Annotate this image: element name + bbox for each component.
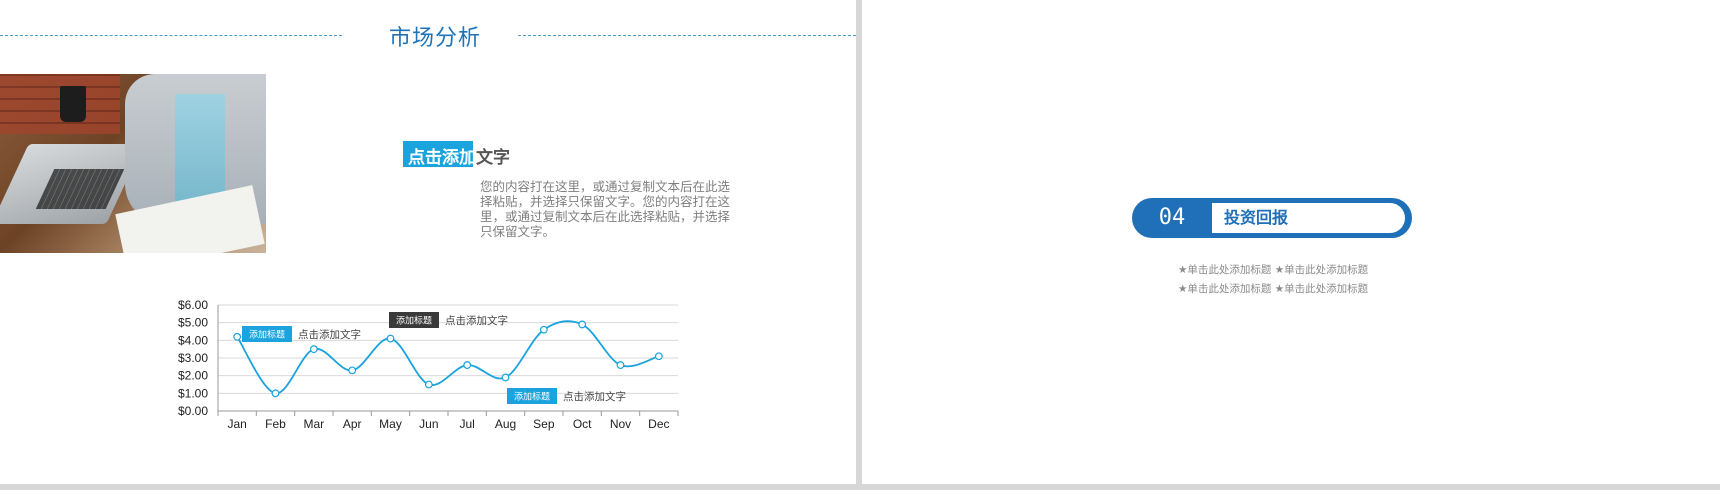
- photo-cup: [60, 86, 86, 122]
- x-tick-label: Oct: [573, 417, 592, 431]
- x-tick-label: Apr: [343, 417, 362, 431]
- x-tick-label: Jan: [227, 417, 246, 431]
- y-tick-label: $0.00: [178, 404, 208, 418]
- slide-title[interactable]: 市场分析: [350, 20, 520, 52]
- content-body[interactable]: 您的内容打在这里，或通过复制文本后在此选择粘贴，并选择只保留文字。您的内容打在这…: [480, 179, 730, 239]
- slide-market-analysis[interactable]: 市场分析 点击添加文字 您的内容打在这里，或通过复制文本后在此选择粘贴，并选择只…: [0, 0, 856, 484]
- heading-rest-text: 文字: [476, 148, 510, 168]
- section-number: 04: [1158, 205, 1186, 230]
- photo-shirt: [175, 94, 225, 204]
- x-tick-label: Mar: [303, 417, 324, 431]
- x-tick-label: Jul: [459, 417, 474, 431]
- y-tick-label: $5.00: [178, 316, 208, 330]
- heading-highlight-text: 点击添加: [408, 148, 476, 168]
- data-point: [654, 352, 663, 361]
- slide-investment-return[interactable]: 04 投资回报 ★单击此处添加标题 ★单击此处添加标题 ★单击此处添加标题 ★单…: [862, 0, 1720, 484]
- laptop-photo[interactable]: [0, 74, 266, 253]
- data-point: [539, 325, 548, 334]
- section-title: 投资回报: [1224, 208, 1289, 227]
- data-point: [463, 361, 472, 369]
- x-tick-label: Feb: [265, 417, 286, 431]
- y-tick-label: $1.00: [178, 386, 208, 400]
- data-point: [424, 380, 433, 389]
- y-tick-label: $6.00: [178, 298, 208, 312]
- data-point: [271, 389, 280, 398]
- title-divider-left: [0, 35, 342, 36]
- x-tick-label: Aug: [495, 417, 516, 431]
- annotation-label: 添加标题: [514, 391, 550, 403]
- data-point: [348, 366, 357, 375]
- annotation-label: 添加标题: [249, 329, 285, 341]
- annotation-text: 点击添加文字: [563, 390, 626, 403]
- x-tick-label: Sep: [533, 417, 555, 431]
- annotation-label: 添加标题: [396, 315, 432, 327]
- x-tick-label: May: [379, 417, 402, 431]
- data-point: [233, 332, 242, 341]
- line-chart[interactable]: $0.00 $1.00 $2.00 $3.00 $4.00 $5.00 $6.00 Jan Fe…: [160, 290, 680, 435]
- title-divider-right: [518, 35, 856, 36]
- y-tick-label: $4.00: [178, 333, 208, 347]
- subtitle-row-1[interactable]: ★单击此处添加标题 ★单击此处添加标题: [1178, 262, 1418, 277]
- x-tick-label: Dec: [648, 417, 669, 431]
- data-point: [386, 334, 395, 343]
- y-tick-label: $3.00: [178, 351, 208, 365]
- section-title-box: 投资回报: [1212, 203, 1405, 233]
- data-point: [578, 320, 587, 329]
- data-point: [616, 361, 625, 369]
- data-point: [309, 345, 318, 354]
- x-tick-label: Nov: [610, 417, 631, 431]
- x-tick-label: Jun: [419, 417, 438, 431]
- annotation-text: 点击添加文字: [445, 314, 508, 327]
- annotation-text: 点击添加文字: [298, 328, 361, 341]
- content-heading[interactable]: 点击添加文字: [408, 143, 510, 168]
- y-tick-label: $2.00: [178, 369, 208, 383]
- section-pill[interactable]: 04 投资回报: [1132, 198, 1412, 238]
- subtitle-row-2[interactable]: ★单击此处添加标题 ★单击此处添加标题: [1178, 281, 1418, 296]
- data-point: [501, 373, 510, 382]
